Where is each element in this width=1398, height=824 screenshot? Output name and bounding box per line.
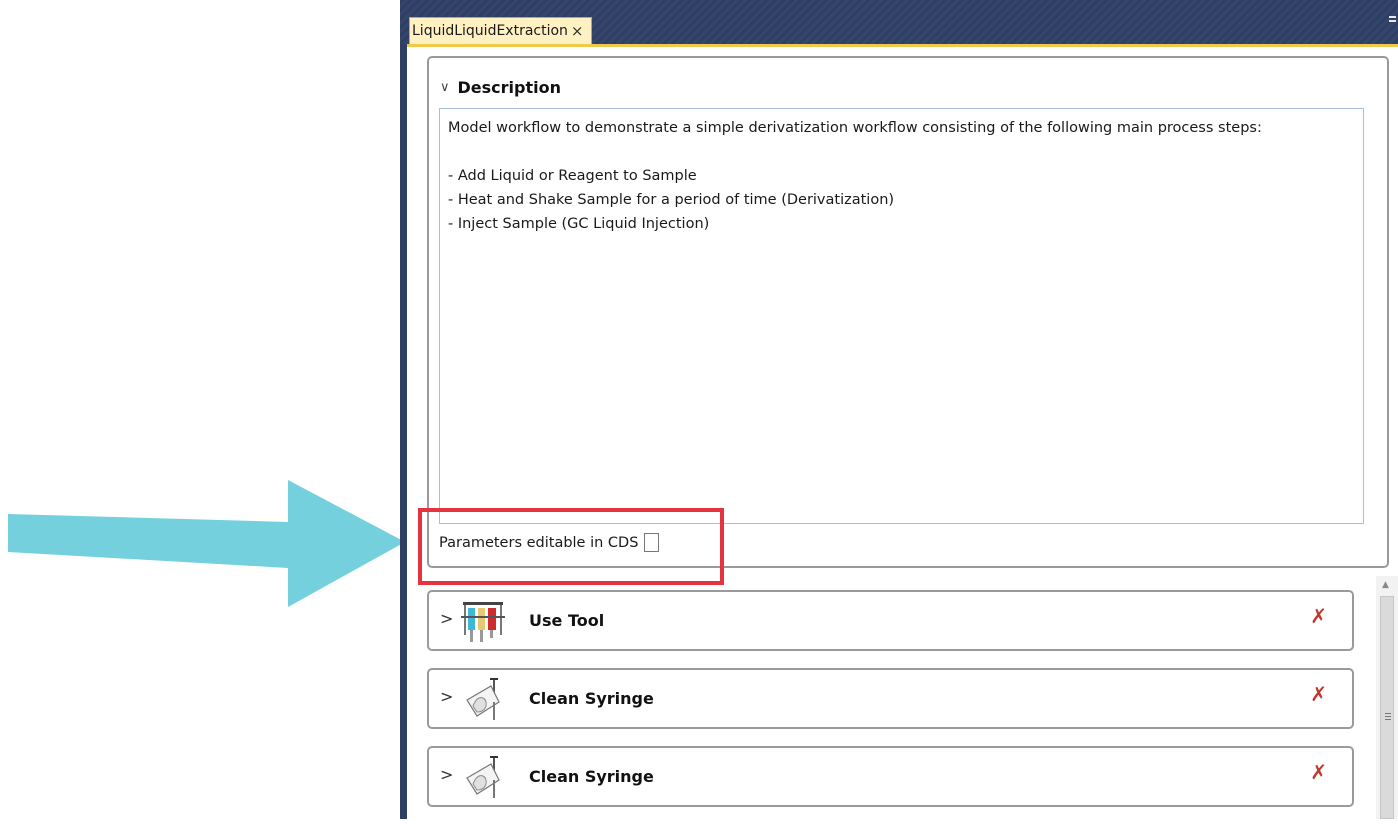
step-label: Clean Syringe bbox=[529, 689, 654, 708]
close-tab-icon[interactable]: × bbox=[571, 22, 584, 40]
tab-title: LiquidLiquidExtraction bbox=[412, 23, 568, 39]
tab-list-menu-icon[interactable] bbox=[1389, 16, 1396, 26]
delete-step-icon[interactable]: ✗ bbox=[1310, 604, 1327, 628]
step-label: Clean Syringe bbox=[529, 767, 654, 786]
highlight-box bbox=[418, 508, 724, 585]
chevron-right-icon[interactable]: > bbox=[440, 609, 453, 628]
steps-scrollbar[interactable]: ▲ bbox=[1376, 576, 1398, 819]
workflow-steps: > Use Tool ✗ > Clean Syringe ✗ > Clean S… bbox=[427, 590, 1354, 824]
annotation-arrow bbox=[8, 480, 405, 607]
chevron-right-icon[interactable]: > bbox=[440, 687, 453, 706]
chevron-down-icon[interactable]: ∨ bbox=[440, 80, 450, 95]
clean-syringe-icon bbox=[466, 756, 500, 798]
step-label: Use Tool bbox=[529, 611, 605, 630]
scroll-up-icon[interactable]: ▲ bbox=[1382, 580, 1389, 590]
grip-icon bbox=[1385, 713, 1391, 722]
description-title: Description bbox=[457, 78, 561, 97]
step-clean-syringe[interactable]: > Clean Syringe ✗ bbox=[427, 668, 1354, 729]
chevron-right-icon[interactable]: > bbox=[440, 765, 453, 784]
step-use-tool[interactable]: > Use Tool ✗ bbox=[427, 590, 1354, 651]
description-textbox[interactable]: Model workflow to demonstrate a simple d… bbox=[439, 108, 1364, 524]
clean-syringe-icon bbox=[466, 678, 500, 720]
delete-step-icon[interactable]: ✗ bbox=[1310, 760, 1327, 784]
description-panel: ∨ Description Model workflow to demonstr… bbox=[427, 56, 1389, 568]
syringe-tools-icon bbox=[461, 602, 505, 642]
tab-accent-bar bbox=[407, 44, 1398, 47]
workflow-editor: LiquidLiquidExtraction × ∨ Description M… bbox=[400, 0, 1398, 819]
tab-liquidliquidextraction[interactable]: LiquidLiquidExtraction × bbox=[409, 17, 592, 44]
description-header[interactable]: ∨ Description bbox=[440, 78, 561, 97]
left-border bbox=[400, 44, 407, 819]
delete-step-icon[interactable]: ✗ bbox=[1310, 682, 1327, 706]
document-tab-bar: LiquidLiquidExtraction × bbox=[400, 0, 1398, 44]
step-clean-syringe[interactable]: > Clean Syringe ✗ bbox=[427, 746, 1354, 807]
scrollbar-thumb[interactable] bbox=[1380, 596, 1394, 819]
